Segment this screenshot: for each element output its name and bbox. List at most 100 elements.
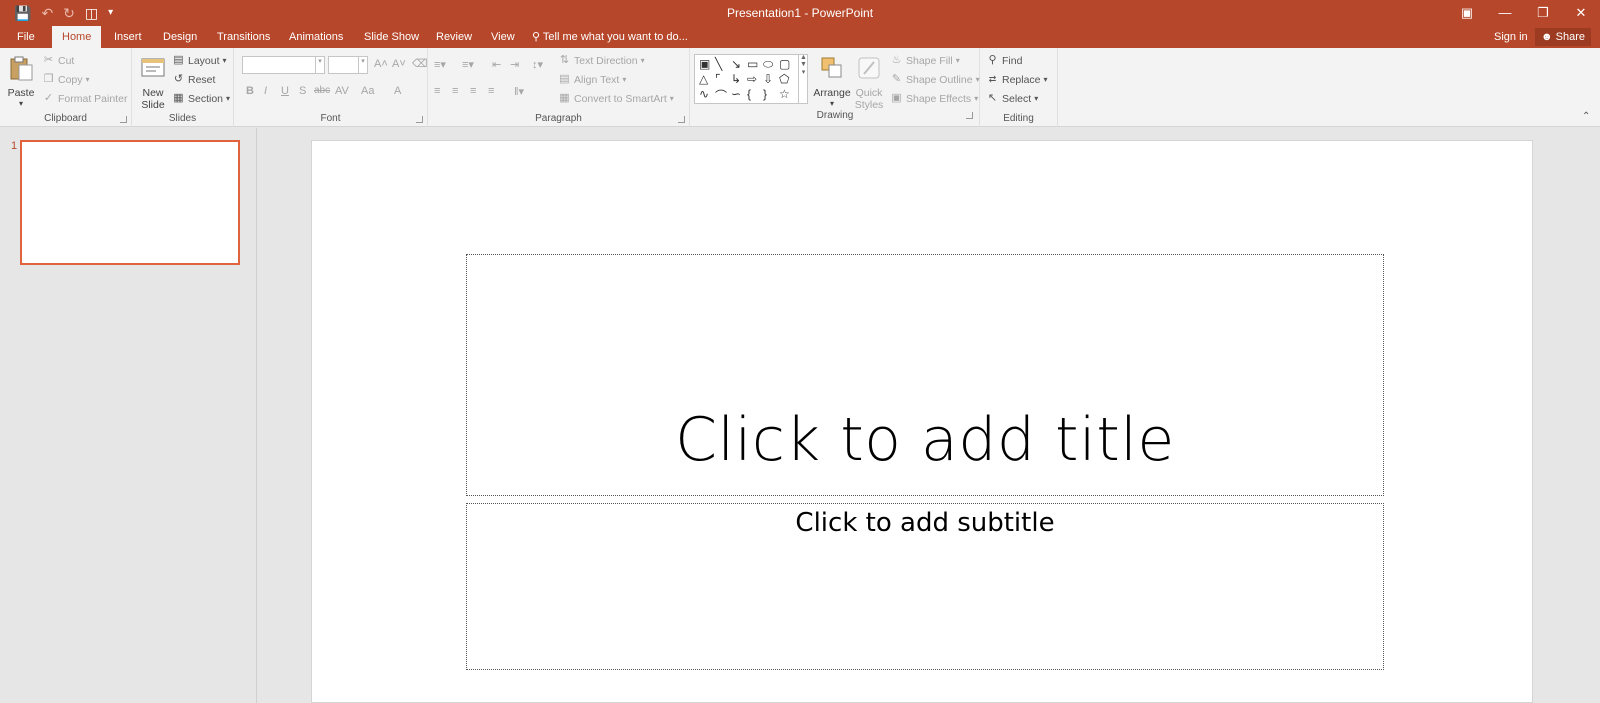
copy-label: Copy xyxy=(58,73,83,86)
clear-formatting-icon[interactable]: ⌫ xyxy=(412,57,428,70)
title-placeholder[interactable]: Click to add title xyxy=(466,254,1384,496)
tab-view[interactable]: View xyxy=(481,26,525,48)
paste-button[interactable]: Paste ▾ xyxy=(6,54,36,108)
underline-button[interactable]: U xyxy=(281,85,289,97)
decrease-indent-icon[interactable]: ⇤ xyxy=(492,58,501,71)
subtitle-placeholder[interactable]: Click to add subtitle xyxy=(466,503,1384,670)
copy-button[interactable]: ❐ Copy ▾ xyxy=(42,73,90,86)
restore-icon[interactable]: ❐ xyxy=(1524,0,1562,26)
cursor-icon: ↖ xyxy=(987,92,998,104)
close-icon[interactable]: ✕ xyxy=(1562,0,1600,26)
shapes-gallery-scroll[interactable]: ▲ ▼ ▾ xyxy=(798,54,808,104)
character-spacing-button[interactable]: AV xyxy=(335,85,349,97)
font-name-box[interactable] xyxy=(242,56,325,74)
format-painter-button[interactable]: ✓ Format Painter xyxy=(42,92,128,105)
subtitle-placeholder-text: Click to add subtitle xyxy=(795,508,1055,538)
tab-home[interactable]: Home xyxy=(52,26,102,48)
align-center-icon[interactable]: ≡ xyxy=(452,85,458,97)
cut-button[interactable]: ✂ Cut xyxy=(42,54,74,67)
elbow-arrow-shape-icon[interactable]: ↳ xyxy=(731,72,741,86)
quick-styles-button[interactable]: Quick Styles xyxy=(852,54,886,111)
tab-design[interactable]: Design xyxy=(153,26,207,48)
new-slide-button[interactable]: New Slide xyxy=(136,54,170,111)
arc-shape-icon[interactable]: ⌒ xyxy=(715,87,727,104)
right-brace-shape-icon[interactable]: } xyxy=(763,87,767,101)
clipboard-launcher-icon[interactable] xyxy=(120,116,127,123)
paragraph-launcher-icon[interactable] xyxy=(678,116,685,123)
tab-review[interactable]: Review xyxy=(426,26,482,48)
freeform-shape-icon[interactable]: ∽ xyxy=(731,87,741,101)
section-button[interactable]: ▦ Section ▾ xyxy=(172,92,230,105)
tab-insert[interactable]: Insert xyxy=(104,26,152,48)
strikethrough-button[interactable]: abc xyxy=(314,85,330,96)
align-left-icon[interactable]: ≡ xyxy=(434,85,440,97)
numbering-icon[interactable]: ≡▾ xyxy=(462,58,474,71)
shape-outline-button[interactable]: ✎ Shape Outline ▾ xyxy=(890,73,980,86)
find-icon: ⚲ xyxy=(988,54,997,66)
font-name-dropdown-icon[interactable]: ▾ xyxy=(315,56,325,74)
layout-button[interactable]: ▤ Layout ▾ xyxy=(172,54,226,67)
elbow-connector-shape-icon[interactable]: ⌜ xyxy=(715,72,721,86)
align-right-icon[interactable]: ≡ xyxy=(470,85,476,97)
share-button[interactable]: ☻ Share xyxy=(1535,28,1591,46)
left-brace-shape-icon[interactable]: { xyxy=(747,87,751,101)
grow-font-icon[interactable]: A˄ xyxy=(374,58,388,70)
justify-icon[interactable]: ≡ xyxy=(488,85,494,97)
rounded-rectangle-shape-icon[interactable]: ▢ xyxy=(779,57,790,71)
reset-icon: ↺ xyxy=(173,73,184,85)
bold-button[interactable]: B xyxy=(246,85,254,97)
shapes-gallery[interactable]: ▣ ╲ ↘ ▭ ⬭ ▢ △ ⌜ ↳ ⇨ ⇩ ⬠ ∿ ⌒ ∽ { } ☆ xyxy=(694,54,808,104)
tell-me-box[interactable]: ⚲ Tell me what you want to do... xyxy=(532,26,688,48)
clipboard-group-label: Clipboard xyxy=(44,113,87,124)
shape-fill-button[interactable]: ♨ Shape Fill ▾ xyxy=(890,54,960,67)
font-color-button[interactable]: A xyxy=(394,85,401,97)
text-direction-button[interactable]: ⇅ Text Direction ▾ xyxy=(558,54,645,67)
find-button[interactable]: ⚲ Find xyxy=(986,54,1022,67)
slide-thumbnail[interactable] xyxy=(20,140,240,265)
reset-button[interactable]: ↺ Reset xyxy=(172,73,216,86)
collapse-ribbon-icon[interactable]: ⌃ xyxy=(1582,111,1590,122)
arrange-button[interactable]: Arrange ▾ xyxy=(812,54,852,108)
change-case-button[interactable]: Aa xyxy=(361,85,374,97)
rectangle-shape-icon[interactable]: ▭ xyxy=(747,57,758,71)
tab-slide-show[interactable]: Slide Show xyxy=(354,26,429,48)
convert-smartart-button[interactable]: ▦ Convert to SmartArt ▾ xyxy=(558,92,674,105)
text-box-shape-icon[interactable]: ▣ xyxy=(699,57,710,71)
oval-shape-icon[interactable]: ⬭ xyxy=(763,57,773,72)
curve-shape-icon[interactable]: ∿ xyxy=(699,87,709,101)
drawing-group-label: Drawing xyxy=(816,110,854,121)
font-group: ▾ ▾ A˄ A˅ ⌫ B I U S abc AV Aa A Font xyxy=(234,48,428,127)
pentagon-shape-icon[interactable]: ⬠ xyxy=(779,72,789,86)
select-button[interactable]: ↖ Select ▾ xyxy=(986,92,1038,105)
person-icon: ☻ xyxy=(1541,31,1553,43)
shape-effects-button[interactable]: ▣ Shape Effects ▾ xyxy=(890,92,978,105)
sign-in-link[interactable]: Sign in xyxy=(1494,26,1528,48)
minimize-icon[interactable]: — xyxy=(1486,0,1524,26)
text-shadow-button[interactable]: S xyxy=(299,85,306,97)
align-text-button[interactable]: ▤ Align Text ▾ xyxy=(558,73,626,86)
font-size-dropdown-icon[interactable]: ▾ xyxy=(358,56,368,74)
drawing-launcher-icon[interactable] xyxy=(966,112,973,119)
shape-outline-dropdown-icon: ▾ xyxy=(975,75,980,84)
tab-file[interactable]: File xyxy=(7,26,45,48)
increase-indent-icon[interactable]: ⇥ xyxy=(510,58,519,71)
down-arrow-shape-icon[interactable]: ⇩ xyxy=(763,72,773,86)
replace-button[interactable]: ⇄ Replace ▾ xyxy=(986,73,1048,86)
shape-fill-dropdown-icon: ▾ xyxy=(955,56,960,65)
slide-canvas[interactable]: Click to add title Click to add subtitle xyxy=(311,140,1533,703)
italic-button[interactable]: I xyxy=(264,85,267,97)
bullets-icon[interactable]: ≡▾ xyxy=(434,58,446,71)
triangle-shape-icon[interactable]: △ xyxy=(699,72,708,86)
tab-transitions[interactable]: Transitions xyxy=(207,26,280,48)
tab-animations[interactable]: Animations xyxy=(279,26,353,48)
star-shape-icon[interactable]: ☆ xyxy=(779,87,790,101)
ribbon-display-options-icon[interactable]: ▣ xyxy=(1448,0,1486,26)
columns-icon[interactable]: ‖▾ xyxy=(514,85,524,98)
line-shape-icon[interactable]: ╲ xyxy=(715,57,722,71)
font-launcher-icon[interactable] xyxy=(416,116,423,123)
shrink-font-icon[interactable]: A˅ xyxy=(392,58,406,70)
right-arrow-shape-icon[interactable]: ⇨ xyxy=(747,72,757,86)
arrow-line-shape-icon[interactable]: ↘ xyxy=(731,57,741,71)
editing-group: ⚲ Find ⇄ Replace ▾ ↖ Select ▾ Editing xyxy=(980,48,1058,127)
line-spacing-icon[interactable]: ↕▾ xyxy=(532,58,543,71)
